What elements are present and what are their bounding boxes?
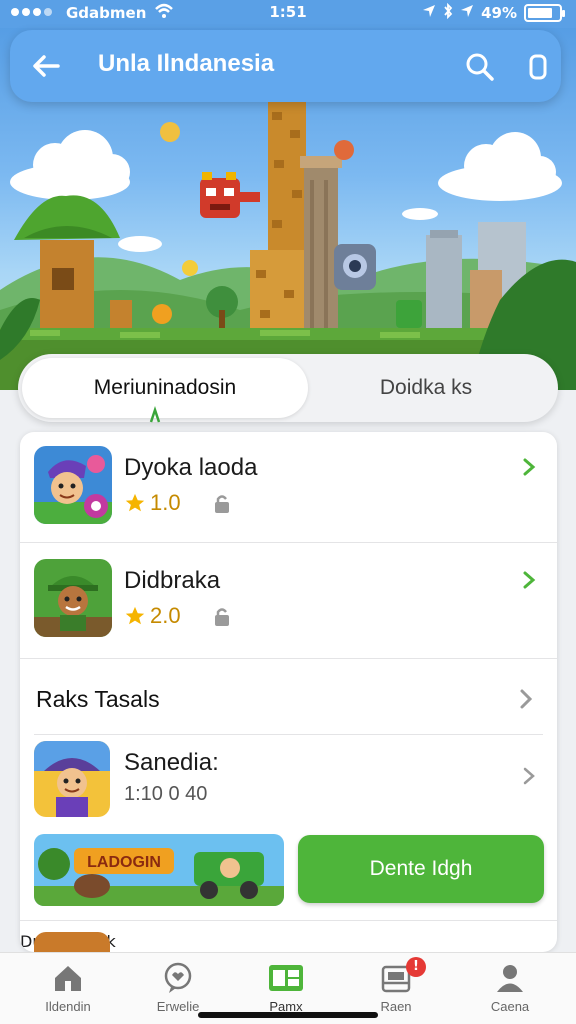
games-card: Dyoka laoda 1.0 Didbraka 2.0 Raks Tasals…	[20, 432, 557, 952]
game-row[interactable]: Sanedia: 1:10 0 40	[20, 735, 557, 825]
promo-action-button[interactable]: Dente Idgh	[298, 835, 544, 903]
lock-icon	[215, 495, 229, 513]
section-chevron-icon[interactable]	[517, 686, 535, 712]
rating-value: 1.0	[150, 490, 181, 515]
game-thumbnail	[34, 932, 110, 952]
section-title: Raks Tasals	[36, 686, 160, 712]
games-icon	[269, 965, 303, 991]
app-bar: Unla Ilndanesia	[10, 30, 561, 102]
game-thumbnail	[34, 559, 112, 637]
home-icon	[55, 966, 81, 991]
divider	[20, 920, 557, 921]
star-icon	[125, 606, 145, 625]
profile-icon	[497, 965, 523, 992]
game-thumbnail	[34, 741, 110, 817]
bluetooth-icon	[443, 2, 453, 23]
game-name: Dyoka laoda	[124, 454, 258, 481]
divider	[20, 658, 557, 659]
segmented-tabs: Doidka ks Meriuninadosin	[18, 354, 558, 422]
game-name: Didbraka	[124, 567, 221, 594]
chevron-right-icon	[523, 767, 535, 785]
promo-banner-text: LADOGIN	[87, 854, 161, 871]
battery-icon	[524, 4, 565, 22]
game-row[interactable]: Dudeal Iadk	[20, 932, 557, 952]
game-row[interactable]: Dyoka laoda 1.0	[20, 432, 557, 542]
location-arrow-icon	[460, 4, 474, 22]
bottom-navigation: Ildendin Erwelie Pamx ! Raen Caena	[0, 952, 576, 1024]
heart-chat-icon	[164, 962, 192, 993]
nav-label: Ildendin	[45, 999, 91, 1014]
menu-button[interactable]	[522, 50, 556, 84]
battery-percent: 49%	[481, 4, 517, 22]
game-rating: 2.0	[124, 603, 181, 629]
rating-value: 2.0	[150, 603, 181, 628]
chevron-right-icon	[523, 571, 536, 589]
game-rating: 1.0	[124, 490, 181, 516]
tab-second[interactable]: Doidka ks	[298, 358, 554, 418]
game-row[interactable]: Didbraka 2.0	[20, 543, 557, 658]
promo-banner[interactable]: LADOGIN	[34, 834, 284, 906]
tab-first[interactable]: Meriuninadosin	[22, 358, 308, 418]
notification-badge: !	[406, 957, 426, 977]
search-button[interactable]	[463, 50, 497, 84]
chevron-right-icon	[523, 458, 536, 476]
menu-icon	[529, 54, 547, 80]
back-button[interactable]	[28, 48, 64, 84]
nav-label: Caena	[490, 999, 530, 1014]
status-right: 49%	[422, 2, 565, 23]
status-bar: Gdabmen 1:51 49%	[0, 0, 576, 28]
home-indicator	[198, 1012, 378, 1018]
arrow-left-icon	[33, 55, 60, 77]
nav-item-profile[interactable]: Caena	[460, 961, 560, 1021]
page-title: Unla Ilndanesia	[98, 50, 275, 77]
star-icon	[125, 493, 145, 512]
search-icon	[466, 53, 494, 81]
game-thumbnail	[34, 446, 112, 524]
nav-item-home[interactable]: Ildendin	[18, 961, 118, 1021]
active-tab-indicator	[149, 406, 161, 423]
lock-icon	[215, 608, 229, 626]
game-name: Sanedia:	[124, 749, 219, 776]
location-icon	[422, 4, 436, 22]
game-meta: 1:10 0 40	[124, 783, 208, 805]
